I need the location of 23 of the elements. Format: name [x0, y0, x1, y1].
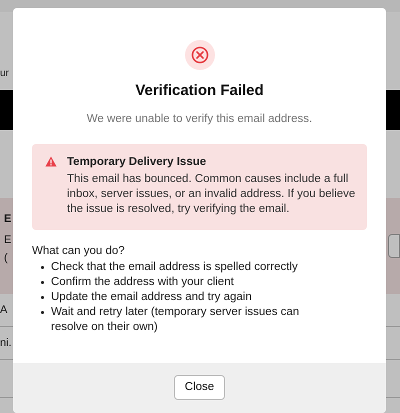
error-icon	[184, 40, 214, 70]
bullet-icon	[41, 296, 44, 299]
alert-message: This email has bounced. Common causes include a full inbox, server issues, or an invalid address. If you believe the issue is resolved, try verifying the email.	[67, 172, 356, 217]
alert-text: (	[4, 251, 9, 265]
alert-text: E	[4, 233, 12, 247]
input-field[interactable]	[388, 234, 400, 258]
suggestion-text: Wait and retry later (temporary server issues can resolve on their own)	[51, 304, 300, 335]
alert-text: E	[4, 212, 12, 226]
bullet-icon	[41, 280, 44, 284]
page-subtitle: ur	[0, 66, 9, 80]
dialog-title: Verification Failed	[135, 81, 264, 101]
suggestions-heading: What can you do?	[32, 244, 126, 259]
dialog-subtitle: We were unable to verify this email address.	[86, 112, 312, 126]
row-label: ni.	[0, 336, 12, 351]
suggestion-text: Update the email address and try again	[51, 290, 253, 305]
alert-title: Temporary Delivery Issue	[67, 154, 208, 170]
warning-icon	[45, 156, 57, 167]
row-label: A	[0, 302, 8, 318]
bullet-icon	[41, 266, 44, 269]
close-button[interactable]: Close	[174, 375, 226, 400]
suggestion-text: Confirm the address with your client	[51, 274, 235, 290]
suggestion-text: Check that the email address is spelled correctly	[51, 260, 299, 275]
bullet-icon	[41, 310, 44, 314]
